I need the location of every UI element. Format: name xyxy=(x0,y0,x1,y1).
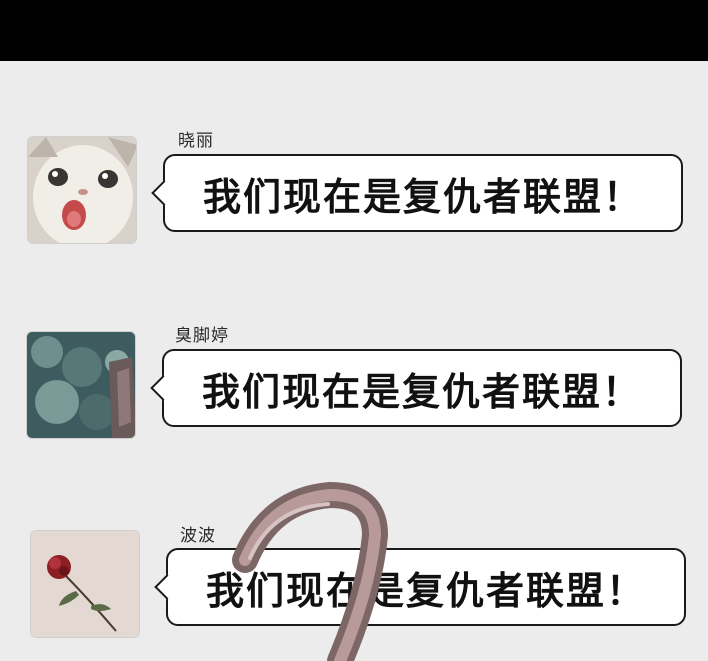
sender-name: 臭脚婷 xyxy=(175,326,229,346)
cat-avatar-icon xyxy=(28,137,136,243)
chat-message: 波波 我们现在是复仇者联盟！ xyxy=(0,515,708,645)
message-bubble[interactable]: 我们现在是复仇者联盟！ xyxy=(150,349,682,427)
avatar[interactable] xyxy=(26,331,136,439)
sender-name: 波波 xyxy=(180,526,216,546)
message-bubble[interactable]: 我们现在是复仇者联盟！ xyxy=(151,154,683,232)
message-text: 我们现在是复仇者联盟！ xyxy=(202,174,643,219)
chat-message: 晓丽 我们现在是复仇者联盟！ xyxy=(0,120,708,250)
top-black-bar xyxy=(0,0,708,61)
avatar[interactable] xyxy=(30,530,140,638)
sender-name: 晓丽 xyxy=(178,131,214,151)
message-bubble[interactable]: 我们现在是复仇者联盟！ xyxy=(154,548,686,626)
avatar[interactable] xyxy=(27,136,137,244)
rose-avatar-icon xyxy=(31,531,139,637)
message-text: 我们现在是复仇者联盟！ xyxy=(205,568,646,613)
ocean-avatar-icon xyxy=(27,332,135,438)
chat-message: 臭脚婷 我们现在是复仇者联盟！ xyxy=(0,315,708,445)
message-text: 我们现在是复仇者联盟！ xyxy=(201,369,642,414)
